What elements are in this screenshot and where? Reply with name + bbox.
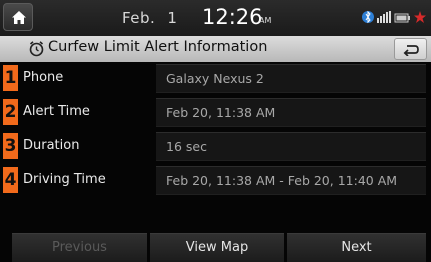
bluetooth-icon [362, 10, 374, 24]
row-value-box: Feb 20, 11:38 AM [156, 98, 426, 127]
status-date: Feb. 1 [122, 9, 177, 27]
next-button[interactable]: Next [287, 233, 426, 262]
row-number: 1 [3, 65, 18, 91]
back-icon [403, 45, 419, 56]
row-value-box: Galaxy Nexus 2 [156, 64, 426, 93]
back-button[interactable] [394, 38, 427, 60]
row-value: Feb 20, 11:38 AM [166, 105, 276, 120]
row-value: 16 sec [166, 139, 207, 154]
row-duration: 3 Duration 16 sec [0, 132, 431, 162]
alert-star-icon [414, 11, 426, 23]
row-alert-time: 2 Alert Time Feb 20, 11:38 AM [0, 98, 431, 128]
title-bar: Curfew Limit Alert Information [0, 36, 431, 62]
row-label: Driving Time [23, 172, 106, 187]
row-phone: 1 Phone Galaxy Nexus 2 [0, 64, 431, 94]
row-number: 3 [3, 133, 18, 159]
row-driving-time: 4 Driving Time Feb 20, 11:38 AM - Feb 20… [0, 166, 431, 196]
date-day: 1 [167, 9, 178, 27]
row-label: Alert Time [23, 104, 90, 119]
home-button[interactable] [3, 3, 33, 31]
clock-icon [29, 41, 44, 57]
page-title: Curfew Limit Alert Information [48, 39, 268, 55]
screen: Feb. 1 12:26 AM Curfew Limit Alert Infor… [0, 0, 431, 262]
row-number: 4 [3, 167, 18, 193]
bottom-button-bar: Previous View Map Next [0, 233, 431, 262]
date-month: Feb. [122, 9, 156, 27]
row-value: Galaxy Nexus 2 [166, 71, 264, 86]
row-value-box: 16 sec [156, 132, 426, 161]
previous-button[interactable]: Previous [12, 233, 147, 262]
row-label: Phone [23, 70, 64, 85]
row-value: Feb 20, 11:38 AM - Feb 20, 11:40 AM [166, 173, 398, 188]
status-bar: Feb. 1 12:26 AM [0, 0, 431, 36]
status-icons [362, 10, 426, 24]
status-time: 12:26 [202, 5, 263, 29]
row-number: 2 [3, 99, 18, 125]
signal-icon [377, 11, 391, 23]
home-icon [12, 11, 26, 24]
view-map-button[interactable]: View Map [150, 233, 284, 262]
row-label: Duration [23, 138, 80, 153]
row-value-box: Feb 20, 11:38 AM - Feb 20, 11:40 AM [156, 166, 426, 195]
status-ampm: AM [259, 16, 272, 25]
battery-icon [394, 13, 410, 23]
